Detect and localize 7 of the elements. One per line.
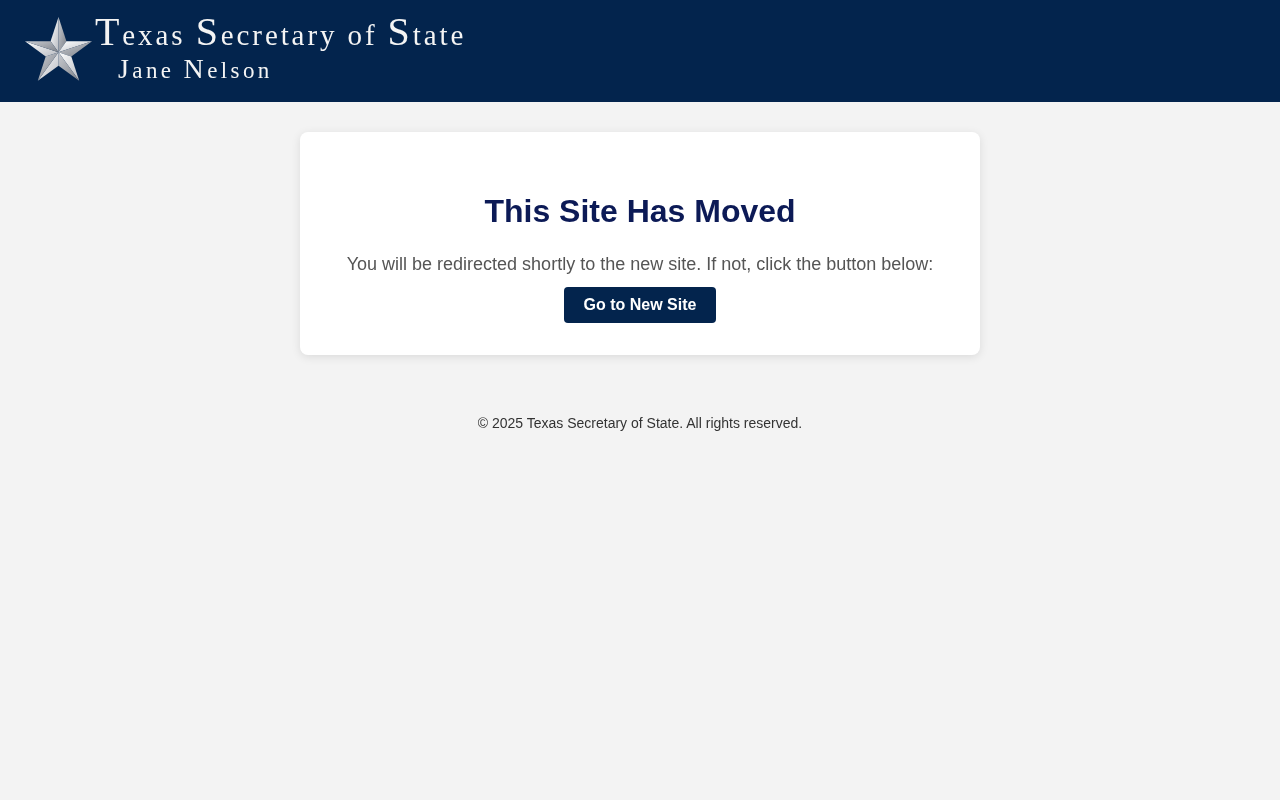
logo-subtitle: Jane Nelson (118, 58, 273, 82)
new-site-button[interactable]: Go to New Site (563, 287, 717, 323)
star-icon (25, 17, 92, 81)
notice-heading: This Site Has Moved (484, 193, 796, 230)
logo-title: Texas Secretary of State (95, 18, 467, 49)
copyright-text: © 2025 Texas Secretary of State. All rights reserved. (477, 415, 803, 432)
notice-message: You will be redirected shortly to the new site. If not, click the button below: (346, 253, 934, 275)
